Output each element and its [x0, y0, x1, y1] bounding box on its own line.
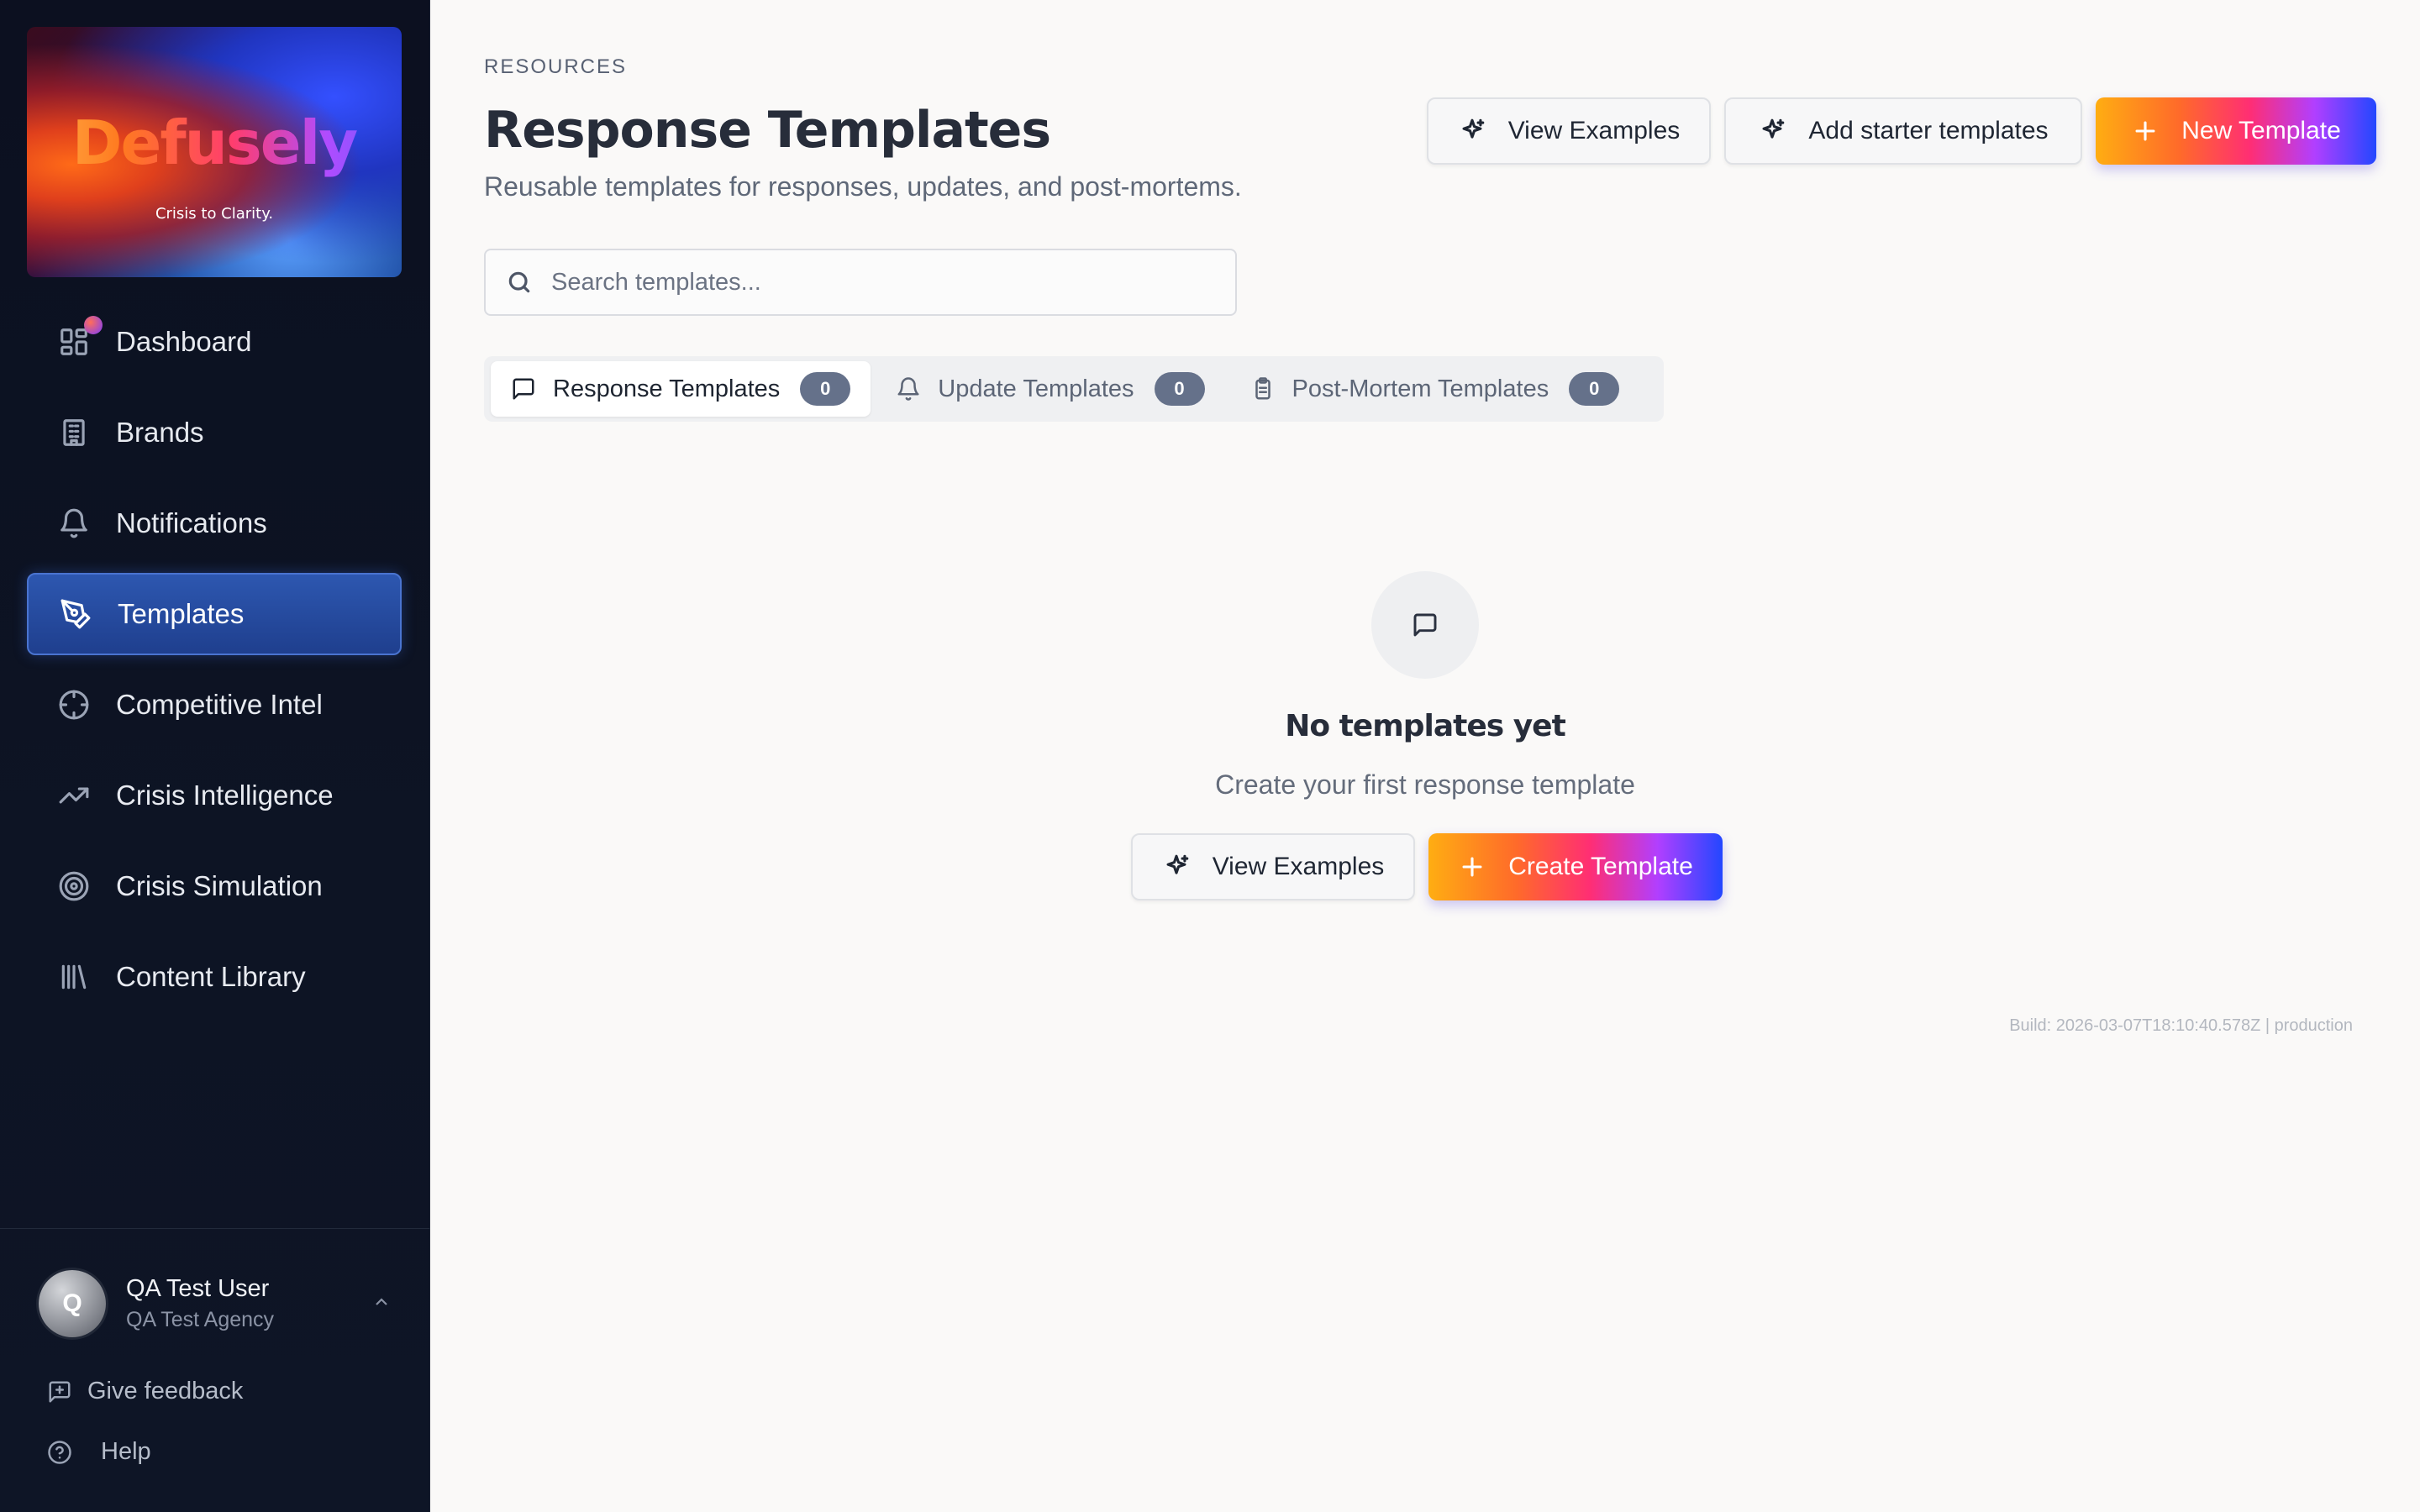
bell-icon — [897, 377, 919, 401]
add-starter-templates-label: Add starter templates — [1808, 117, 2049, 144]
build-info: Build: 2026-03-07T18:10:40.578Z | produc… — [2009, 1016, 2353, 1035]
empty-view-examples-button[interactable]: View Examples — [1131, 833, 1415, 900]
tab-update-templates[interactable]: Update Templates 0 — [876, 361, 1224, 417]
chevron-up-icon[interactable] — [371, 1292, 392, 1312]
pen-tool-icon — [59, 597, 92, 631]
sidebar-item-label: Competitive Intel — [116, 689, 323, 720]
message-square-icon — [1413, 613, 1437, 637]
main-content: RESOURCES Response Templates Reusable te… — [430, 0, 2420, 1512]
view-examples-label: View Examples — [1507, 117, 1681, 144]
give-feedback-link[interactable]: Give feedback — [47, 1378, 243, 1405]
tab-response-templates[interactable]: Response Templates 0 — [491, 361, 871, 417]
message-square-icon — [513, 378, 534, 400]
tab-post-mortem-templates[interactable]: Post-Mortem Templates 0 — [1230, 361, 1640, 417]
sidebar-item-label: Content Library — [116, 961, 306, 992]
tab-count-badge: 0 — [1154, 372, 1205, 406]
sidebar-item-label: Notifications — [116, 507, 267, 538]
brand-logo[interactable]: Defusely Crisis to Clarity. — [27, 27, 402, 277]
user-menu[interactable]: Q QA Test User QA Test Agency — [39, 1268, 392, 1339]
search-field — [484, 249, 1237, 316]
library-icon — [57, 960, 91, 994]
search-input[interactable] — [551, 268, 1207, 297]
sidebar-item-notifications[interactable]: Notifications — [27, 482, 402, 564]
search-icon — [508, 271, 530, 293]
help-label: Help — [101, 1438, 151, 1465]
page-title: Response Templates — [484, 101, 1051, 160]
tab-count-badge: 0 — [1569, 372, 1620, 406]
bell-icon — [57, 507, 91, 540]
sidebar-item-content-library[interactable]: Content Library — [27, 936, 402, 1018]
template-tabs: Response Templates 0 Update Templates 0 … — [484, 356, 1664, 422]
building-icon — [57, 416, 91, 449]
user-organization: QA Test Agency — [126, 1308, 275, 1331]
empty-state-illustration — [1371, 571, 1479, 679]
sidebar-item-crisis-simulation[interactable]: Crisis Simulation — [27, 845, 402, 927]
empty-state-title: No templates yet — [1285, 709, 1566, 743]
sparkles-icon — [1762, 118, 1785, 139]
view-examples-button[interactable]: View Examples — [1427, 97, 1711, 165]
create-template-label: Create Template — [1508, 853, 1693, 880]
sidebar-item-competitive-intel[interactable]: Competitive Intel — [27, 664, 402, 746]
sidebar-item-dashboard[interactable]: Dashboard — [27, 301, 402, 383]
sidebar-item-crisis-intelligence[interactable]: Crisis Intelligence — [27, 754, 402, 837]
empty-state-subtitle: Create your first response template — [1215, 769, 1635, 800]
new-template-button[interactable]: New Template — [2096, 97, 2376, 165]
trending-up-icon — [57, 779, 91, 812]
message-plus-icon — [49, 1381, 71, 1402]
plus-icon — [2135, 121, 2155, 141]
tab-label: Update Templates — [938, 375, 1134, 402]
sidebar-nav: Dashboard Brands Notifications Templates… — [27, 301, 402, 1026]
sparkles-icon — [1166, 854, 1189, 874]
notification-dot — [84, 316, 103, 334]
sidebar-item-templates[interactable]: Templates — [27, 573, 402, 655]
sidebar: Defusely Crisis to Clarity. Dashboard Br… — [0, 0, 430, 1512]
sidebar-item-label: Crisis Simulation — [116, 870, 323, 901]
sidebar-item-label: Brands — [116, 417, 204, 448]
sparkles-icon — [1462, 118, 1485, 139]
brand-wordmark: Defusely — [27, 108, 402, 178]
sidebar-item-label: Templates — [118, 598, 245, 629]
give-feedback-label: Give feedback — [87, 1378, 244, 1404]
section-eyebrow: RESOURCES — [484, 55, 628, 78]
view-examples-label: View Examples — [1212, 853, 1385, 880]
help-link[interactable]: Help — [47, 1438, 151, 1466]
help-circle-icon — [48, 1440, 71, 1464]
tab-count-badge: 0 — [800, 372, 851, 406]
target-icon — [57, 869, 91, 903]
brand-tagline: Crisis to Clarity. — [155, 205, 274, 223]
create-template-button[interactable]: Create Template — [1428, 833, 1723, 900]
clipboard-icon — [1255, 377, 1270, 400]
sidebar-item-label: Crisis Intelligence — [116, 780, 334, 811]
plus-icon — [1462, 857, 1482, 877]
user-name: QA Test User — [126, 1275, 270, 1302]
page-subtitle: Reusable templates for responses, update… — [484, 171, 1242, 202]
add-starter-templates-button[interactable]: Add starter templates — [1724, 97, 2082, 165]
avatar: Q — [39, 1270, 106, 1337]
tab-label: Post-Mortem Templates — [1292, 375, 1549, 402]
sidebar-item-label: Dashboard — [116, 326, 252, 357]
sidebar-item-brands[interactable]: Brands — [27, 391, 402, 474]
tab-label: Response Templates — [553, 375, 781, 402]
sidebar-divider — [0, 1228, 430, 1229]
crosshair-icon — [57, 688, 91, 722]
new-template-label: New Template — [2181, 117, 2341, 144]
